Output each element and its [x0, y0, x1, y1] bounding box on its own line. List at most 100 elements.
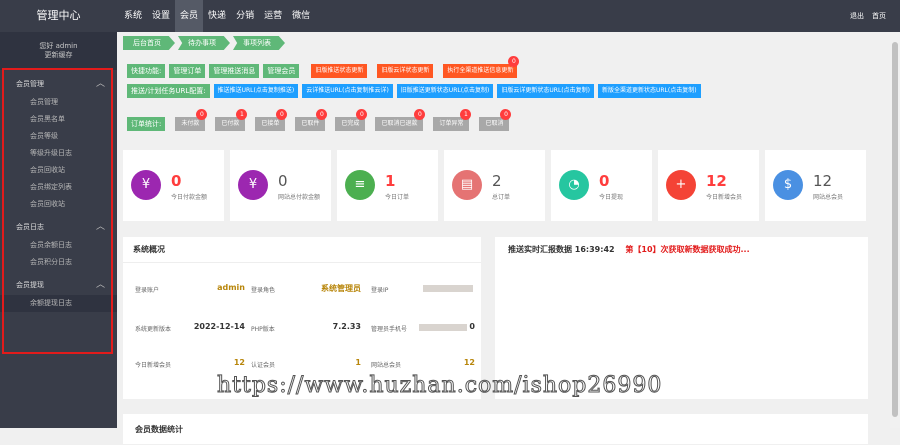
stat-value: 12 — [706, 172, 727, 190]
login-account-label: 登录账户 — [135, 287, 160, 294]
stat-value: 0 — [278, 172, 288, 190]
old-push-update-button[interactable]: 旧版推送状态更新 — [311, 64, 368, 78]
nav-operations[interactable]: 运营 — [259, 0, 287, 32]
sidebar-item-withdraw-log[interactable]: 余额提现日志 — [0, 295, 117, 312]
panel-title: 系统概况 — [123, 237, 481, 263]
money-bag-icon: $ — [773, 170, 803, 200]
sidebar-item-binding-list[interactable]: 会员绑定列表 — [0, 179, 117, 196]
notification-badge: 1 — [460, 109, 472, 120]
manage-push-button[interactable]: 管理推送消息 — [209, 64, 260, 78]
quick-actions-label: 快捷功能: — [127, 64, 166, 78]
nav-members[interactable]: 会员 — [175, 0, 204, 32]
sidebar-item-level-log[interactable]: 等级升级日志 — [0, 145, 117, 162]
menu-group-label: 会员提现 — [16, 281, 44, 289]
nav-distribution[interactable]: 分销 — [231, 0, 259, 32]
admin-phone-label: 管理员手机号 — [371, 326, 408, 333]
nav-wechat[interactable]: 微信 — [287, 0, 315, 32]
sidebar-item-member-level[interactable]: 会员等级 — [0, 128, 117, 145]
order-refunded-button[interactable]: 已取消已退款 0 — [375, 109, 426, 131]
stat-caption: 今日订单 — [385, 194, 410, 201]
crumb-todo[interactable]: 待办事项 — [178, 36, 230, 50]
stat-caption: 今日新增会员 — [706, 194, 743, 201]
order-accepted-button[interactable]: 已接单 0 — [255, 109, 288, 131]
notification-badge: 0 — [276, 109, 288, 120]
top-nav: 系统 设置 会员 快递 分销 运营 微信 — [119, 0, 315, 32]
button-label: 已取消已退款 — [381, 120, 418, 127]
nav-system[interactable]: 系统 — [119, 0, 147, 32]
order-cancelled-button[interactable]: 已取消 0 — [479, 109, 512, 131]
crumb-home[interactable]: 后台首页 — [123, 36, 175, 50]
button-label: 已接单 — [261, 120, 280, 127]
sidebar-item-member-management[interactable]: 会员管理 — [0, 94, 117, 111]
top-bar: 管理中心 系统 设置 会员 快递 分销 运营 微信 退出 首页 — [0, 0, 900, 32]
logout-link[interactable]: 退出 — [850, 0, 864, 32]
order-exception-button[interactable]: 订单异常 1 — [433, 109, 472, 131]
order-picked-button[interactable]: 已取件 0 — [295, 109, 328, 131]
order-unpaid-button[interactable]: 未付款 0 — [175, 109, 208, 131]
nav-express[interactable]: 快递 — [203, 0, 231, 32]
old-cloud-status-url-button[interactable]: 旧版云详更新状态URL(点击复制) — [497, 84, 594, 98]
notification-badge: 0 — [316, 109, 328, 120]
cloud-push-url-button[interactable]: 云详推送URL(点击复制推云详) — [302, 84, 393, 98]
menu-group-withdraw[interactable]: 会员提现 ︿ — [0, 275, 117, 295]
menu-group-member-logs[interactable]: 会员日志 ︿ — [0, 217, 117, 237]
today-new-members-value: 12 — [233, 358, 245, 367]
user-greeting: 您好 admin — [39, 42, 78, 50]
refresh-cache-link[interactable]: 更新缓存 — [0, 51, 117, 60]
quick-actions-row: 快捷功能: 管理订单 管理推送消息 管理会员 旧版推送状态更新 旧版云详状态更新… — [127, 56, 520, 78]
crumb-list[interactable]: 事项列表 — [233, 36, 285, 50]
yen-icon: ¥ — [238, 170, 268, 200]
old-push-status-url-button[interactable]: 旧版推送更新状态URL(点击复制) — [396, 84, 494, 98]
manage-members-button[interactable]: 管理会员 — [263, 64, 300, 78]
stat-card-today-new-members: + 12 今日新增会员 — [658, 150, 759, 221]
stat-card-today-orders: ≡ 1 今日订单 — [337, 150, 438, 221]
realtime-status: 第【10】次获取新数据获取成功... — [625, 245, 750, 254]
button-label: 执行全渠道推送信息更新 — [447, 67, 514, 74]
button-label: 已取消 — [485, 120, 504, 127]
total-members-label: 网站总会员 — [371, 362, 402, 369]
watermark-text: https://www.huzhan.com/ishop26990 — [216, 373, 663, 399]
verified-members-value: 1 — [355, 358, 361, 367]
notification-badge: 0 — [196, 109, 208, 120]
sidebar-item-blacklist[interactable]: 会员黑名单 — [0, 111, 117, 128]
stat-caption: 今日付款金额 — [171, 194, 208, 201]
chevron-up-icon: ︿ — [95, 280, 105, 290]
stat-value: 12 — [813, 172, 833, 190]
stat-caption: 今日提现 — [599, 194, 624, 201]
stat-caption: 网站总会员 — [813, 194, 844, 201]
menu-group-member-management[interactable]: 会员管理 ︿ — [0, 74, 117, 94]
chevron-up-icon: ︿ — [95, 222, 105, 232]
menu-group-label: 会员日志 — [16, 223, 44, 231]
scrollbar-thumb[interactable] — [892, 42, 898, 417]
version-value: 2022-12-14 — [193, 322, 245, 331]
old-cloud-update-button[interactable]: 旧版云详状态更新 — [377, 64, 434, 78]
sidebar: 您好 admin 更新缓存 会员管理 ︿ 会员管理 会员黑名单 会员等级 等级升级… — [0, 32, 117, 428]
stat-caption: 网站总付款金额 — [278, 194, 321, 201]
button-label: 未付款 — [181, 120, 200, 127]
button-label: 已付款 — [221, 120, 240, 127]
sidebar-item-points-log[interactable]: 会员积分日志 — [0, 254, 117, 271]
redacted-ip — [423, 285, 473, 292]
order-completed-button[interactable]: 已完成 0 — [335, 109, 368, 131]
new-channel-status-url-button[interactable]: 新版全渠道更新状态URL(点击复制) — [597, 84, 701, 98]
sidebar-item-recycle[interactable]: 会员回收站 — [0, 162, 117, 179]
nav-settings[interactable]: 设置 — [147, 0, 175, 32]
total-members-value: 12 — [463, 358, 475, 367]
button-label: 订单异常 — [439, 120, 464, 127]
all-channel-update-button[interactable]: 执行全渠道推送信息更新 0 — [443, 56, 520, 78]
push-config-label: 推送/计划任务URL配置: — [127, 84, 210, 98]
order-paid-button[interactable]: 已付款 1 — [215, 109, 248, 131]
chevron-up-icon: ︿ — [95, 79, 105, 89]
button-label: 已取件 — [301, 120, 320, 127]
push-url-button[interactable]: 推送推送URL(点击复制推送) — [213, 84, 299, 98]
notification-badge: 0 — [508, 56, 520, 67]
login-role-label: 登录角色 — [251, 287, 276, 294]
add-user-icon: + — [666, 170, 696, 200]
manage-orders-button[interactable]: 管理订单 — [169, 64, 206, 78]
order-stats-row: 订单统计: 未付款 0 已付款 1 已接单 0 已取件 0 已完成 0 已取消已退款 0 订… — [127, 109, 512, 131]
verified-members-label: 认证会员 — [251, 362, 276, 369]
login-ip-label: 登录IP — [371, 287, 389, 294]
sidebar-item-recycle-2[interactable]: 会员回收站 — [0, 196, 117, 213]
sidebar-item-balance-log[interactable]: 会员余额日志 — [0, 237, 117, 254]
home-link[interactable]: 首页 — [872, 0, 886, 32]
